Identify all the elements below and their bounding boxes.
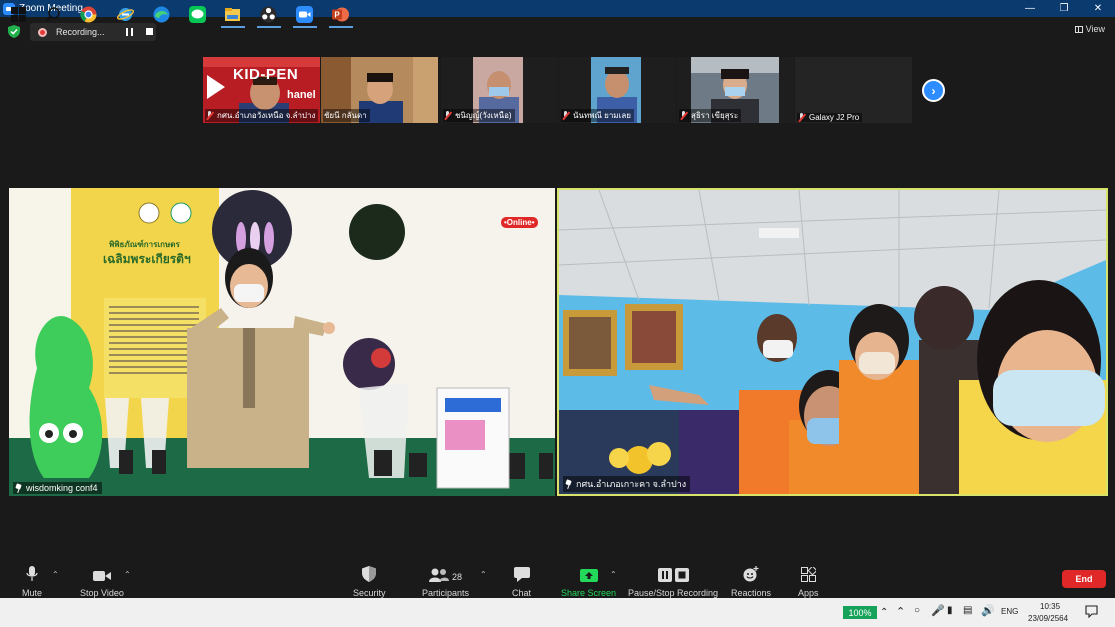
microphone-tray-icon[interactable]: 🎤: [931, 604, 945, 617]
next-page-arrow-icon[interactable]: ›: [922, 79, 945, 102]
restore-icon[interactable]: ❐: [1047, 0, 1081, 17]
participant-name: กศน.อำเภอเกาะคา จ.ลำปาง: [563, 476, 691, 492]
end-meeting-button[interactable]: End: [1062, 570, 1106, 588]
pin-icon: [565, 480, 573, 489]
participant-thumbnail[interactable]: ชนิญญ์(วังเหนือ): [441, 57, 558, 123]
participants-options-caret-icon[interactable]: ⌃: [480, 570, 487, 579]
share-screen-icon: [579, 569, 598, 582]
line-app-icon[interactable]: [189, 6, 206, 23]
online-badge: •Online•: [501, 217, 538, 228]
microphone-muted-icon: [798, 113, 806, 122]
stop-recording-icon[interactable]: [146, 28, 153, 35]
meeting-toolbar: Mute ⌃ Stop Video ⌃ Security 28 Particip…: [0, 558, 1115, 598]
participant-name: ชนิญญ์(วังเหนือ): [443, 109, 515, 122]
apps-icon: [800, 567, 816, 582]
shield-icon: [362, 566, 377, 582]
participant-name: กศน.อำเภอวังเหนือ จ.ลำปาง: [205, 109, 319, 122]
main-video-left[interactable]: พิพิธภัณฑ์การเกษตร เฉลิมพระเกียรติฯ •Onl…: [9, 188, 555, 496]
pin-icon: [15, 484, 23, 493]
participant-thumbnail[interactable]: ชัยนี กลันดา: [321, 57, 438, 123]
mute-options-caret-icon[interactable]: ⌃: [52, 570, 59, 579]
active-app-indicator: [293, 26, 317, 28]
pause-recording-icon[interactable]: [126, 28, 133, 36]
network-icon[interactable]: ▤: [963, 605, 972, 616]
pause-icon: [657, 568, 672, 582]
clock-date[interactable]: 23/09/2564: [1028, 614, 1068, 623]
participant-name: Galaxy J2 Pro: [797, 113, 863, 122]
battery-percentage: 100%: [843, 606, 877, 619]
file-explorer-icon[interactable]: [224, 6, 241, 23]
participant-name: ชัยนี กลันดา: [323, 109, 370, 122]
active-app-indicator: [329, 26, 353, 28]
stop-video-button[interactable]: Stop Video: [80, 564, 124, 598]
participant-name: นันทพณี ยามเลย: [561, 109, 634, 122]
active-app-indicator: [257, 26, 281, 28]
volume-icon[interactable]: 🔊: [981, 604, 995, 617]
share-options-caret-icon[interactable]: ⌃: [610, 570, 617, 579]
participants-icon: [429, 568, 449, 582]
recording-indicator: Recording...: [30, 23, 156, 41]
recording-dot-icon: [38, 27, 47, 37]
notification-center-icon[interactable]: [1085, 605, 1098, 618]
window-controls: — ❐ ✕: [1013, 0, 1115, 17]
microphone-icon: [26, 566, 38, 581]
participant-name: wisdomking conf4: [13, 482, 102, 494]
reactions-button[interactable]: Reactions: [731, 564, 771, 598]
powerpoint-icon[interactable]: P: [332, 6, 349, 23]
museum-sign-line2: เฉลิมพระเกียรติฯ: [103, 252, 191, 266]
microphone-muted-icon: [680, 111, 688, 120]
battery-icon[interactable]: ▮: [947, 605, 953, 616]
participants-count: 28: [452, 572, 463, 582]
windows-start-icon[interactable]: [10, 6, 27, 23]
meet-now-icon[interactable]: ○: [914, 605, 920, 616]
view-label: View: [1085, 24, 1105, 34]
edge-icon[interactable]: [153, 6, 170, 23]
svg-text:P: P: [334, 11, 340, 20]
video-camera-icon: [92, 571, 111, 581]
pause-stop-recording-button[interactable]: Pause/Stop Recording: [628, 564, 718, 598]
shield-check-icon[interactable]: [8, 25, 20, 38]
microphone-muted-icon: [562, 111, 570, 120]
video-feed: [9, 188, 555, 496]
view-button[interactable]: View: [1074, 24, 1105, 34]
zoom-taskbar-icon[interactable]: [296, 6, 313, 23]
participant-thumbnail[interactable]: KID-PEN hanel กศน.อำเภอวังเหนือ จ.ลำปาง: [203, 57, 320, 123]
search-icon[interactable]: [45, 6, 62, 23]
channel-banner-subtext: hanel: [287, 89, 316, 101]
internet-explorer-icon[interactable]: [117, 6, 134, 23]
tray-up-arrow-icon[interactable]: ⌃: [896, 605, 905, 618]
active-app-indicator: [221, 26, 245, 28]
participant-thumbnail[interactable]: Galaxy J2 Pro: [795, 57, 912, 123]
minimize-icon[interactable]: —: [1013, 0, 1047, 17]
participant-name: สุธิรา เขียฺสุระ: [679, 109, 742, 122]
recording-label: Recording...: [56, 27, 105, 37]
participant-thumbnail[interactable]: สุธิรา เขียฺสุระ: [677, 57, 794, 123]
microphone-muted-icon: [206, 111, 214, 120]
stop-icon: [674, 568, 689, 582]
grid-view-icon: [1074, 25, 1083, 33]
main-video-right[interactable]: กศน.อำเภอเกาะคา จ.ลำปาง: [557, 188, 1108, 496]
clock-time[interactable]: 10:35: [1040, 602, 1060, 611]
microphone-muted-icon: [444, 111, 452, 120]
tray-expand-icon[interactable]: ⌃: [880, 607, 888, 618]
participant-thumbnail[interactable]: นันทพณี ยามเลย: [559, 57, 676, 123]
chrome-icon[interactable]: [80, 6, 97, 23]
chat-bubble-icon: [513, 567, 530, 582]
video-options-caret-icon[interactable]: ⌃: [124, 570, 131, 579]
channel-banner-text: KID-PEN: [233, 66, 299, 83]
emoji-icon: [743, 566, 759, 582]
apps-button[interactable]: Apps: [798, 564, 819, 598]
security-button[interactable]: Security: [353, 564, 386, 598]
share-screen-button[interactable]: Share Screen: [561, 564, 616, 598]
language-indicator[interactable]: ENG: [1001, 607, 1018, 616]
chat-button[interactable]: Chat: [512, 564, 531, 598]
mute-button[interactable]: Mute: [22, 564, 42, 598]
close-icon[interactable]: ✕: [1081, 0, 1115, 17]
participants-button[interactable]: 28 Participants: [422, 564, 469, 598]
video-feed: [559, 190, 1106, 494]
obs-studio-icon[interactable]: [260, 6, 277, 23]
